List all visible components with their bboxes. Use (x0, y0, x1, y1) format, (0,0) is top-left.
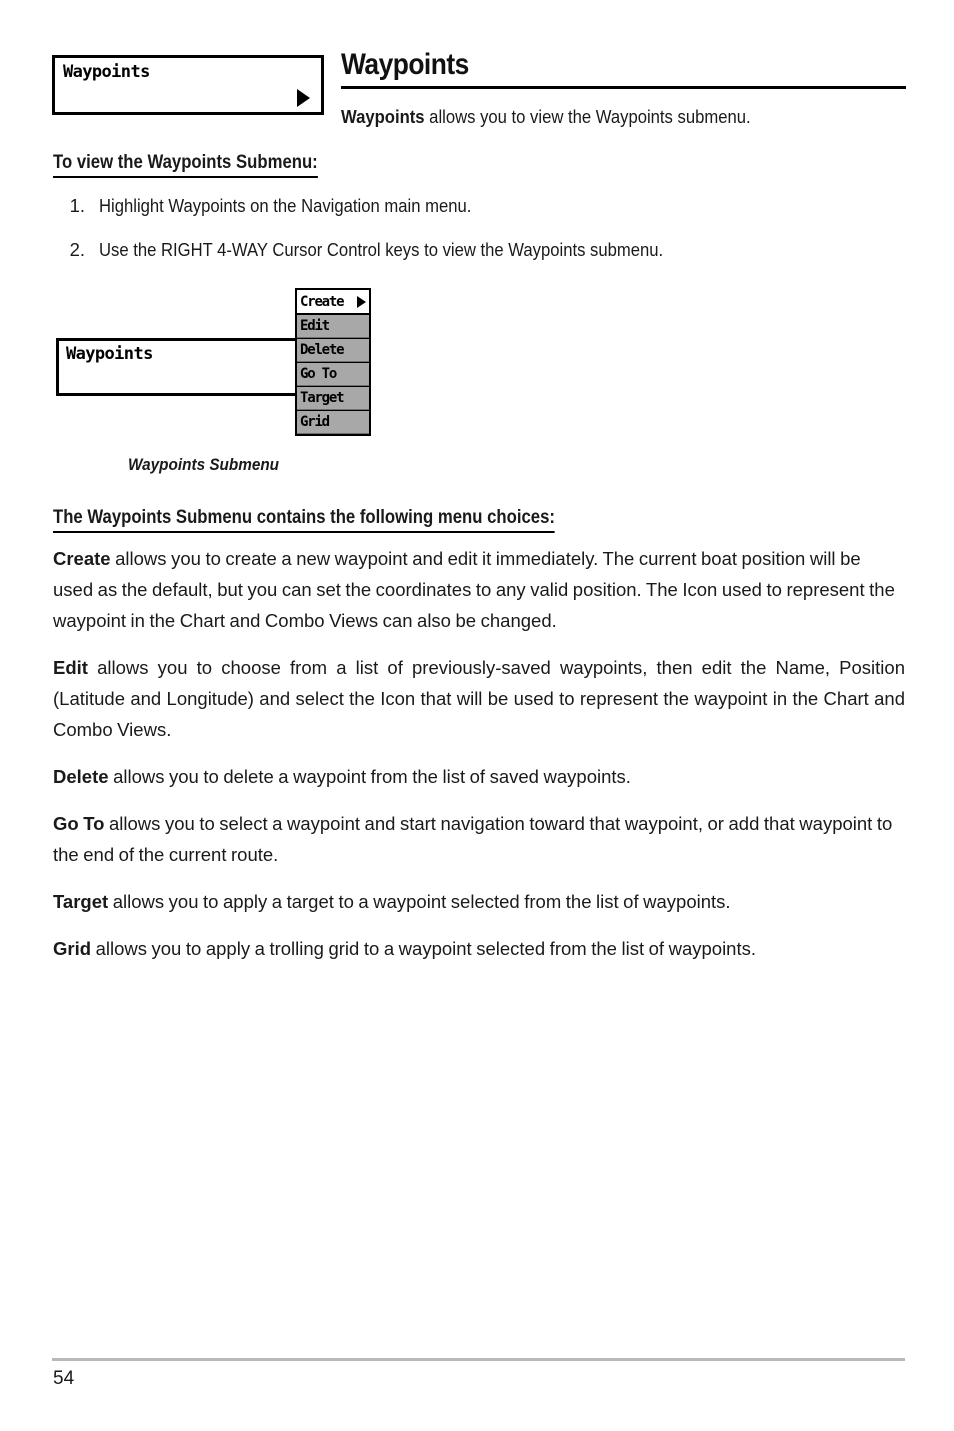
section-heading-menu-choices-label: The Waypoints Submenu contains the follo… (53, 507, 555, 528)
paragraph-target-text: allows you to apply a target to a waypoi… (108, 891, 731, 912)
lcd-parent-menu-box: Waypoints (56, 338, 304, 396)
lcd-top-menu-label: Waypoints (63, 62, 150, 82)
submenu-item-delete[interactable]: Delete (297, 338, 369, 362)
waypoints-submenu: Create Edit Delete Go To Target Grid (295, 288, 371, 436)
list-item-number: 1. (69, 195, 85, 216)
diagram-caption: Waypoints Submenu (128, 455, 280, 474)
submenu-item-label: Delete (300, 342, 345, 358)
submenu-item-label: Go To (300, 366, 337, 382)
submenu-item-label: Target (300, 390, 345, 406)
submenu-item-edit[interactable]: Edit (297, 314, 369, 338)
term-edit: Edit (53, 657, 88, 678)
menu-choice-descriptions: Create allows you to create a new waypoi… (53, 543, 905, 980)
paragraph-grid: Grid allows you to apply a trolling grid… (53, 933, 905, 964)
title-divider (341, 86, 906, 89)
page-title: Waypoints (341, 48, 469, 81)
document-page: Waypoints Waypoints Waypoints allows you… (0, 0, 954, 1431)
list-item-number: 2. (69, 239, 85, 260)
paragraph-create: Create allows you to create a new waypoi… (53, 543, 905, 636)
paragraph-delete: Delete allows you to delete a waypoint f… (53, 761, 905, 792)
submenu-item-grid[interactable]: Grid (297, 410, 369, 434)
page-number: 54 (53, 1368, 75, 1389)
section-heading-to-view: To view the Waypoints Submenu: (53, 152, 318, 178)
paragraph-delete-text: allows you to delete a waypoint from the… (108, 766, 631, 787)
submenu-item-create[interactable]: Create (297, 290, 369, 314)
submenu-item-label: Grid (300, 414, 330, 430)
section-heading-to-view-label: To view the Waypoints Submenu: (53, 152, 318, 173)
paragraph-grid-text: allows you to apply a trolling grid to a… (91, 938, 756, 959)
submenu-item-go-to[interactable]: Go To (297, 362, 369, 386)
list-item-text: Use the RIGHT 4-WAY Cursor Control keys … (99, 239, 664, 260)
submenu-item-label: Edit (300, 318, 330, 334)
paragraph-go-to-text: allows you to select a waypoint and star… (53, 813, 893, 865)
term-grid: Grid (53, 938, 92, 959)
triangle-right-icon (297, 89, 310, 107)
list-item: 2. Use the RIGHT 4-WAY Cursor Control ke… (53, 236, 893, 264)
heading-underline (53, 176, 318, 178)
intro-term: Waypoints (341, 106, 425, 127)
term-go-to: Go To (53, 813, 105, 834)
intro-paragraph: Waypoints allows you to view the Waypoin… (341, 104, 854, 130)
section-heading-menu-choices: The Waypoints Submenu contains the follo… (53, 507, 555, 533)
intro-text: allows you to view the Waypoints submenu… (424, 106, 751, 127)
steps-list: 1. Highlight Waypoints on the Navigation… (53, 192, 893, 280)
submenu-item-label: Create (300, 293, 345, 310)
lcd-parent-menu-label: Waypoints (66, 344, 153, 364)
list-item-text: Highlight Waypoints on the Navigation ma… (99, 195, 472, 216)
paragraph-go-to: Go To allows you to select a waypoint an… (53, 808, 905, 870)
paragraph-edit-text: allows you to choose from a list of prev… (53, 657, 905, 740)
term-create: Create (53, 548, 111, 569)
list-item: 1. Highlight Waypoints on the Navigation… (53, 192, 893, 220)
term-target: Target (53, 891, 109, 912)
submenu-item-target[interactable]: Target (297, 386, 369, 410)
heading-underline (53, 531, 555, 533)
triangle-right-icon (357, 295, 366, 308)
footer-divider (52, 1358, 905, 1361)
paragraph-target: Target allows you to apply a target to a… (53, 886, 905, 917)
paragraph-edit: Edit allows you to choose from a list of… (53, 652, 905, 745)
term-delete: Delete (53, 766, 109, 787)
lcd-top-menu-box: Waypoints (52, 55, 324, 115)
paragraph-create-text: allows you to create a new waypoint and … (53, 548, 895, 631)
